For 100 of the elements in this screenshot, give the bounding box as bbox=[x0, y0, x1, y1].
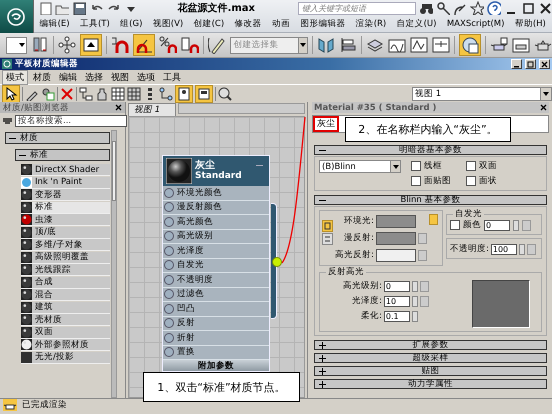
curve-window-icon[interactable] bbox=[410, 36, 428, 54]
number-field[interactable]: 0.1 bbox=[384, 310, 410, 322]
menu-item[interactable]: 模式 bbox=[2, 70, 28, 84]
bottle-icon[interactable] bbox=[95, 86, 109, 100]
material-list-item[interactable]: 混合 bbox=[21, 289, 110, 301]
input-socket[interactable] bbox=[164, 304, 174, 314]
expand-icon[interactable] bbox=[319, 342, 326, 349]
close-icon[interactable] bbox=[540, 104, 547, 111]
maximize-icon[interactable] bbox=[521, 1, 535, 15]
spinner[interactable] bbox=[412, 310, 418, 322]
material-sphere-icon[interactable] bbox=[461, 36, 480, 54]
close-icon[interactable] bbox=[538, 1, 552, 15]
spinner[interactable] bbox=[412, 280, 418, 292]
color-lock-icon[interactable] bbox=[322, 233, 333, 245]
rollout-header[interactable]: 动力学属性 bbox=[314, 379, 547, 389]
color-swatch[interactable] bbox=[376, 214, 416, 228]
search-field[interactable]: 键入关键字或短语 bbox=[298, 2, 416, 14]
menu-item[interactable]: 组(G) bbox=[118, 16, 144, 32]
material-list-item[interactable]: 变形器 bbox=[21, 189, 110, 201]
menu-item[interactable]: 动画 bbox=[270, 16, 292, 32]
material-list-item[interactable]: 外部参照材质 bbox=[21, 339, 110, 351]
align-icon[interactable] bbox=[339, 36, 358, 54]
menu-item[interactable]: 视图(V) bbox=[150, 16, 186, 32]
checker-icon[interactable] bbox=[111, 86, 125, 100]
expand-icon[interactable] bbox=[319, 368, 326, 375]
hierarchy-icon[interactable] bbox=[159, 86, 173, 100]
teapot-render-icon[interactable] bbox=[3, 399, 17, 411]
rollout-header[interactable]: 超级采样 bbox=[314, 353, 547, 363]
input-socket[interactable] bbox=[164, 202, 174, 212]
output-socket[interactable] bbox=[272, 257, 282, 267]
minimize-button[interactable] bbox=[511, 59, 522, 69]
view-dropdown[interactable]: 视图 1 bbox=[412, 86, 552, 100]
material-list-item[interactable]: 光线跟踪 bbox=[21, 264, 110, 276]
node-footer[interactable]: 附加参数 bbox=[163, 360, 269, 371]
menu-item[interactable]: 工具 bbox=[160, 70, 184, 84]
checkbox[interactable] bbox=[466, 161, 476, 171]
input-socket[interactable] bbox=[164, 188, 174, 198]
number-field[interactable]: 0 bbox=[484, 220, 510, 230]
input-socket[interactable] bbox=[164, 289, 174, 300]
spinner[interactable] bbox=[518, 244, 525, 254]
upload-box-icon[interactable] bbox=[82, 36, 100, 54]
rollout-header[interactable]: 明暗器基本参数 bbox=[314, 145, 547, 155]
spinner[interactable] bbox=[412, 296, 418, 306]
help-icon[interactable] bbox=[487, 1, 501, 15]
input-socket[interactable] bbox=[164, 260, 174, 270]
maximize-button[interactable] bbox=[525, 59, 536, 69]
scrollbar[interactable] bbox=[111, 130, 117, 398]
panel-icon[interactable] bbox=[197, 86, 211, 100]
key-icon[interactable] bbox=[436, 1, 450, 15]
number-field[interactable]: 100 bbox=[490, 244, 517, 254]
menu-item[interactable]: 创建(C) bbox=[192, 16, 226, 32]
menu-item[interactable]: 帮助(H) bbox=[512, 16, 548, 32]
menu-item[interactable]: 图形编辑器 bbox=[298, 16, 348, 32]
spinner[interactable] bbox=[513, 220, 519, 230]
material-list-item[interactable]: 高级照明覆盖 bbox=[21, 252, 110, 264]
checkbox[interactable] bbox=[411, 161, 421, 171]
scroll-thumb[interactable] bbox=[112, 141, 116, 201]
checkbox[interactable] bbox=[466, 176, 476, 186]
color-lock-icon[interactable] bbox=[322, 220, 333, 232]
pointer-icon[interactable] bbox=[4, 86, 18, 100]
material-list-item[interactable]: 壳材质 bbox=[21, 314, 110, 326]
material-node[interactable]: 灰尘 Standard 环境光颜色 漫反射颜色 高光颜色 高光级别 光泽度 自发光 不透明度 过滤色 凹凸 反射 折射 置换 附加参数 bbox=[162, 155, 270, 372]
expand-icon[interactable] bbox=[319, 355, 326, 362]
menu-item[interactable]: 工具(T) bbox=[78, 16, 112, 32]
input-socket[interactable] bbox=[164, 318, 174, 328]
number-field[interactable]: 0 bbox=[384, 280, 410, 292]
star-icon[interactable] bbox=[470, 1, 484, 15]
filter-menu-icon[interactable] bbox=[3, 116, 12, 124]
node-layout-icon[interactable] bbox=[177, 86, 191, 100]
snap-magnet-icon[interactable] bbox=[111, 36, 130, 54]
category-header[interactable]: 材质 bbox=[5, 132, 110, 144]
filter-dropdown[interactable] bbox=[6, 36, 28, 54]
binoculars-icon[interactable] bbox=[419, 1, 433, 15]
shader-dropdown[interactable]: (B)Blinn bbox=[319, 160, 401, 173]
pencil-icon[interactable] bbox=[208, 36, 226, 54]
search-field[interactable]: 按名称搜索... bbox=[15, 114, 127, 126]
category-header[interactable]: 标准 bbox=[15, 149, 110, 161]
menu-item[interactable]: 视图 bbox=[108, 70, 132, 84]
menu-item[interactable]: 渲染(R) bbox=[354, 16, 388, 32]
rollout-header[interactable]: 扩展参数 bbox=[314, 340, 547, 350]
menu-item[interactable]: 编辑 bbox=[56, 70, 80, 84]
expand-icon[interactable] bbox=[319, 381, 326, 388]
checkbox[interactable] bbox=[411, 176, 421, 186]
input-socket[interactable] bbox=[164, 347, 174, 358]
material-list-item[interactable]: 建筑 bbox=[21, 302, 110, 314]
checkbox[interactable] bbox=[450, 220, 460, 230]
material-list-item[interactable]: Ink 'n Paint bbox=[21, 176, 110, 188]
menu-item[interactable]: 修改器 bbox=[232, 16, 264, 32]
spinner-snap-icon[interactable] bbox=[181, 36, 200, 54]
menu-item[interactable]: MAXScript(M) bbox=[444, 16, 506, 32]
view-tab[interactable]: 视图 1 bbox=[128, 103, 176, 116]
save-icon[interactable] bbox=[72, 1, 86, 15]
checker-icon[interactable] bbox=[127, 86, 141, 100]
assign-material-icon[interactable] bbox=[41, 86, 55, 100]
input-socket[interactable] bbox=[164, 274, 174, 285]
link-icon[interactable] bbox=[31, 36, 50, 54]
delete-icon[interactable] bbox=[60, 86, 74, 100]
menu-item[interactable]: 自定义(U) bbox=[394, 16, 438, 32]
input-socket[interactable] bbox=[164, 216, 174, 227]
material-list-item[interactable]: 多维/子对象 bbox=[21, 239, 110, 251]
